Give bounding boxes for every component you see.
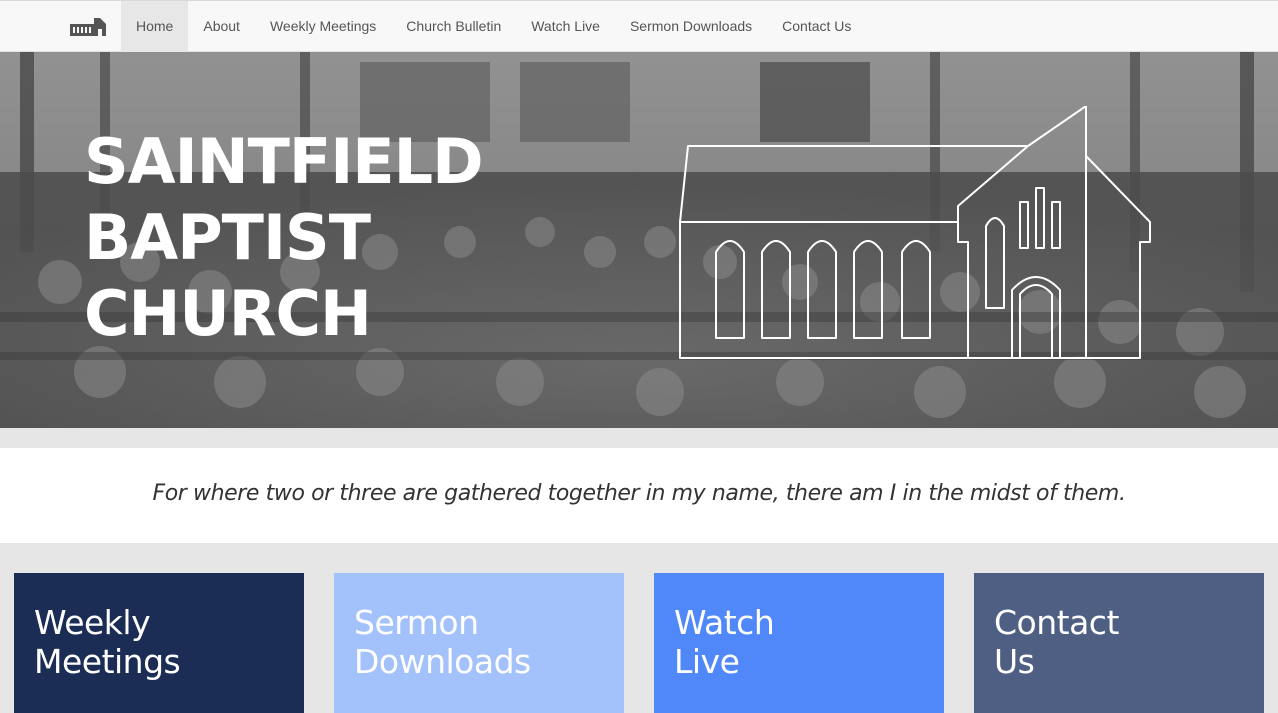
hero-title-line-2: BAPTIST bbox=[84, 201, 371, 274]
tile-label: Weekly Meetings bbox=[34, 603, 284, 681]
nav-sermon-downloads[interactable]: Sermon Downloads bbox=[615, 1, 767, 52]
nav-contact-us[interactable]: Contact Us bbox=[767, 1, 866, 52]
tile-weekly-meetings[interactable]: Weekly Meetings bbox=[14, 573, 304, 713]
tile-label-line-2: Meetings bbox=[34, 642, 181, 681]
top-navbar: Home About Weekly Meetings Church Bullet… bbox=[0, 0, 1278, 52]
hero-title-line-1: SAINTFIELD bbox=[84, 125, 484, 198]
nav-church-bulletin[interactable]: Church Bulletin bbox=[391, 1, 516, 52]
tile-label-line-1: Weekly bbox=[34, 603, 151, 642]
church-logo-icon[interactable] bbox=[70, 18, 106, 36]
tile-label: Contact Us bbox=[994, 603, 1244, 681]
hero-title-line-3: CHURCH bbox=[84, 277, 372, 350]
tile-label-line-1: Watch bbox=[674, 603, 775, 642]
tile-label-line-2: Downloads bbox=[354, 642, 531, 681]
nav-home[interactable]: Home bbox=[121, 1, 189, 52]
tile-label-line-2: Us bbox=[994, 642, 1035, 681]
main-nav: Home About Weekly Meetings Church Bullet… bbox=[121, 1, 866, 52]
nav-about[interactable]: About bbox=[188, 1, 255, 52]
church-outline-icon bbox=[679, 106, 1151, 359]
tile-watch-live[interactable]: Watch Live bbox=[654, 573, 944, 713]
nav-watch-live[interactable]: Watch Live bbox=[516, 1, 615, 52]
hero-banner: SAINTFIELD BAPTIST CHURCH bbox=[0, 52, 1278, 428]
tile-sermon-downloads[interactable]: Sermon Downloads bbox=[334, 573, 624, 713]
tile-label-line-2: Live bbox=[674, 642, 740, 681]
divider-band bbox=[0, 428, 1278, 448]
tile-label-line-1: Contact bbox=[994, 603, 1119, 642]
tile-label: Sermon Downloads bbox=[354, 603, 604, 681]
nav-weekly-meetings[interactable]: Weekly Meetings bbox=[255, 1, 391, 52]
tile-contact-us[interactable]: Contact Us bbox=[974, 573, 1264, 713]
verse-section: For where two or three are gathered toge… bbox=[0, 448, 1278, 543]
tile-label-line-1: Sermon bbox=[354, 603, 479, 642]
feature-tiles: Weekly Meetings Sermon Downloads Watch L… bbox=[0, 543, 1278, 713]
hero-title: SAINTFIELD BAPTIST CHURCH bbox=[84, 124, 484, 352]
tile-label: Watch Live bbox=[674, 603, 924, 681]
scripture-verse: For where two or three are gathered toge… bbox=[152, 481, 1126, 506]
